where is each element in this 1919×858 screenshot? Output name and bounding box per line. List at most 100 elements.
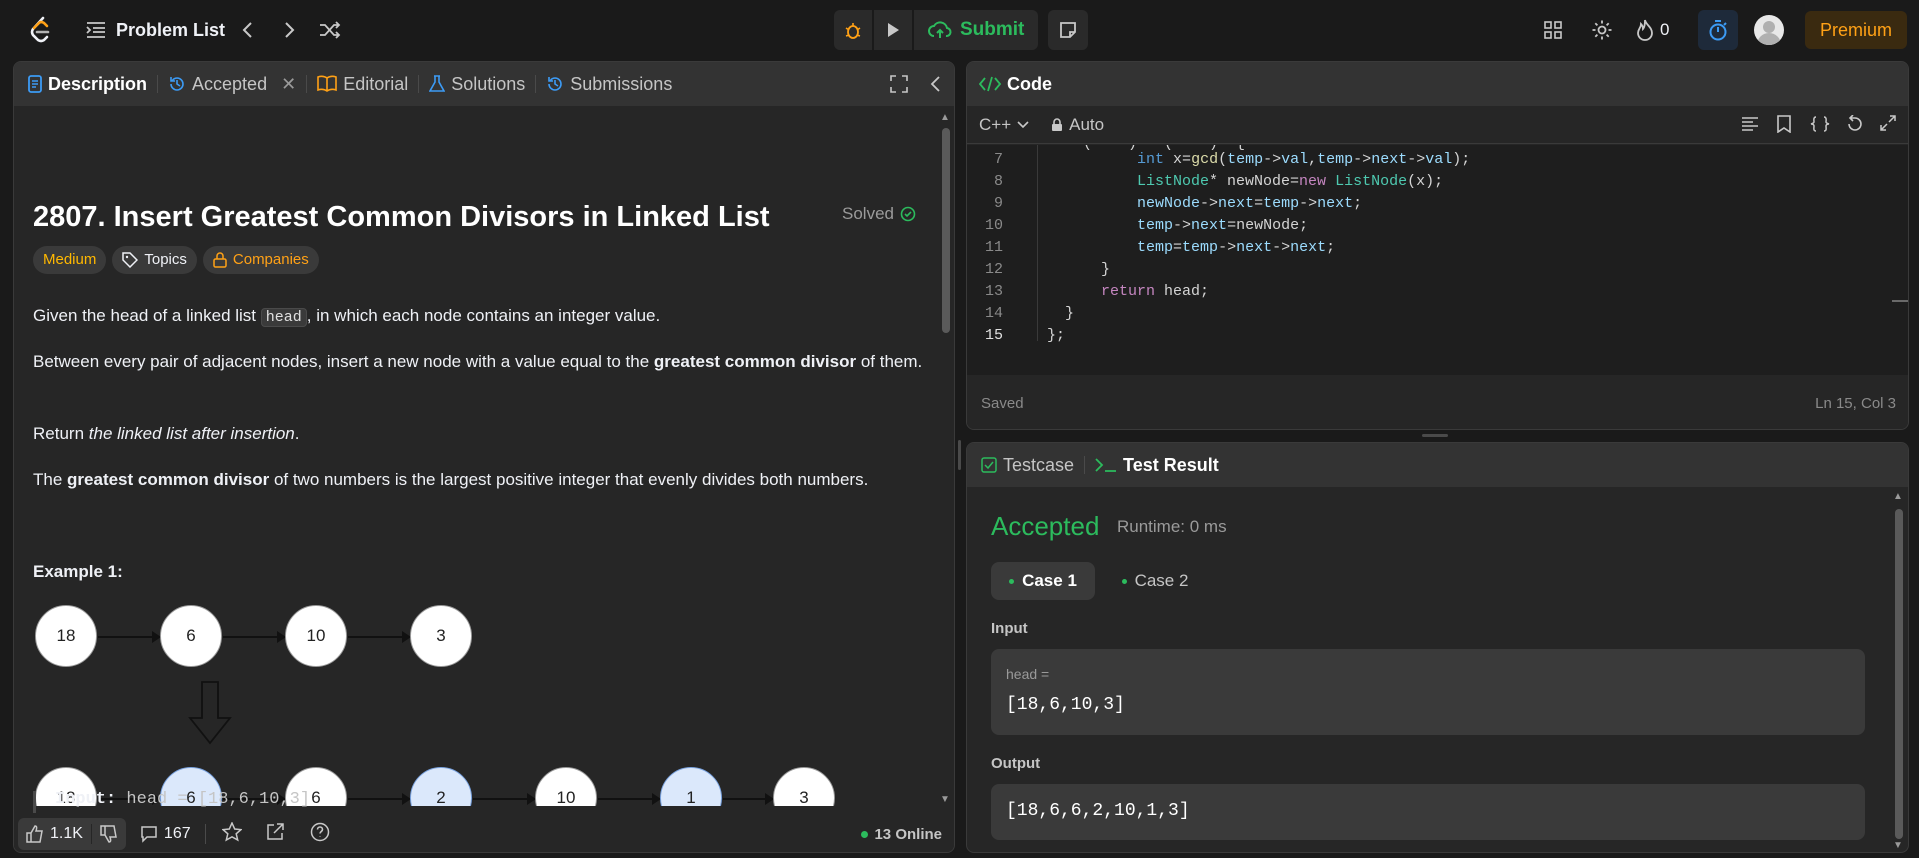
input-box: head = [18,6,10,3] [991, 649, 1865, 735]
run-button[interactable] [874, 10, 914, 50]
premium-button[interactable]: Premium [1805, 11, 1907, 49]
description-footer: 1.1K 167 13 Online [14, 814, 954, 852]
language-select[interactable]: C++ [979, 115, 1029, 135]
tab-test-result[interactable]: Test Result [1085, 443, 1229, 487]
line-number-current: 15 [984, 327, 1003, 344]
auto-mode[interactable]: Auto [1051, 115, 1104, 135]
online-dot [861, 830, 869, 838]
debug-button[interactable] [834, 10, 874, 50]
tab-editorial[interactable]: Editorial [307, 62, 418, 106]
gear-icon[interactable] [1584, 12, 1620, 48]
code-line: return head; [1101, 283, 1210, 300]
diagram-arrow [223, 631, 286, 643]
case-2-label: Case 2 [1134, 571, 1189, 590]
leetcode-logo-icon[interactable] [26, 15, 56, 45]
scroll-down-icon[interactable]: ▼ [940, 794, 950, 805]
minimap-marker [1892, 300, 1908, 302]
help-icon[interactable] [310, 822, 330, 847]
notes-button[interactable] [1048, 10, 1088, 50]
avatar[interactable] [1754, 15, 1784, 45]
diagram-node-inserted: 2 [410, 767, 472, 806]
code-line: temp->next=newNode; [1137, 217, 1309, 234]
chevron-right-icon[interactable] [271, 12, 307, 48]
runtime: Runtime: 0 ms [1117, 517, 1227, 536]
diagram-node-inserted: 1 [660, 767, 722, 806]
close-icon[interactable]: ✕ [281, 74, 296, 95]
tab-solutions-label: Solutions [451, 73, 526, 94]
case-2-tab[interactable]: Case 2 [1105, 562, 1205, 600]
document-icon [28, 75, 42, 93]
example-input-label: Input: [55, 790, 117, 809]
divider [204, 824, 206, 844]
submit-label: Submit [960, 19, 1025, 40]
code-title: Code [1007, 73, 1052, 94]
input-label: Input [991, 620, 1028, 637]
scroll-down-icon[interactable]: ▼ [1893, 840, 1903, 851]
layout-icon[interactable] [1535, 12, 1571, 48]
scroll-up-icon[interactable]: ▲ [1893, 491, 1903, 502]
output-label: Output [991, 755, 1041, 772]
problem-list-button[interactable]: Problem List [82, 12, 225, 48]
streak-counter[interactable]: 0 [1636, 12, 1669, 48]
bug-icon [845, 23, 861, 39]
line-number: 11 [984, 239, 1003, 256]
vertical-resize-handle[interactable] [958, 440, 961, 470]
online-count: 13 Online [874, 825, 942, 843]
collapse-left-icon[interactable] [930, 75, 942, 98]
dislike-button[interactable] [92, 825, 126, 843]
lock-icon [1052, 117, 1063, 131]
submit-button[interactable]: Submit [914, 10, 1038, 50]
comment-icon [141, 826, 157, 843]
note-icon [1060, 22, 1076, 38]
star-icon[interactable] [220, 820, 243, 847]
result-panel: Testcase Test Result Accepted Runtime: 0… [966, 442, 1909, 853]
reset-icon[interactable] [1846, 114, 1864, 138]
like-button[interactable]: 1.1K [18, 825, 91, 843]
line-number: 12 [984, 261, 1003, 278]
horizontal-resize-handle[interactable] [1422, 434, 1448, 437]
code-line: int x=gcd(temp->val,temp->next->val); [1137, 151, 1471, 168]
terminal-icon [1095, 458, 1117, 472]
cloud-upload-icon [928, 21, 952, 38]
history-icon [170, 77, 184, 91]
code-line: ListNode* newNode=new ListNode(x); [1137, 173, 1444, 190]
run-submit-group: Submit [834, 10, 1039, 50]
expand-icon[interactable] [1880, 115, 1896, 136]
comments-button[interactable]: 167 [140, 825, 191, 843]
diagram-arrow [473, 793, 536, 805]
tab-solutions[interactable]: Solutions [419, 62, 535, 106]
line-number: 14 [984, 305, 1003, 322]
code-panel-header: Code [967, 62, 1908, 106]
tab-code[interactable]: Code [967, 62, 1062, 106]
diagram-arrow [348, 793, 411, 805]
input-value: [18,6,10,3] [1006, 695, 1125, 715]
bookmark-icon[interactable] [1777, 115, 1791, 138]
code-editor[interactable]: ( ) ( ) { 7 int x=gcd(temp->val,temp->ne… [967, 145, 1908, 375]
description-panel: Description Accepted ✕ Editorial Solutio… [13, 61, 955, 853]
tab-testcase[interactable]: Testcase [967, 443, 1084, 487]
shuffle-icon[interactable] [312, 12, 348, 48]
diagram-arrow [598, 793, 661, 805]
scroll-up-icon[interactable]: ▲ [940, 112, 950, 123]
share-icon[interactable] [266, 822, 284, 846]
pass-dot [1121, 578, 1127, 584]
maximize-icon[interactable] [890, 75, 908, 98]
description-scrollbar[interactable] [942, 128, 950, 333]
chevron-down-icon [1017, 120, 1029, 128]
tab-description[interactable]: Description [14, 62, 157, 106]
timer-button[interactable] [1698, 10, 1738, 50]
code-line: }; [1047, 327, 1066, 344]
history-icon [548, 77, 563, 91]
case-1-tab[interactable]: Case 1 [991, 562, 1095, 600]
chevron-left-icon[interactable] [230, 12, 266, 48]
result-status: Accepted [991, 511, 1100, 541]
example-input-value: head = [18,6,10,3] [126, 790, 311, 809]
description-content: 2807. Insert Greatest Common Divisors in… [14, 106, 939, 806]
tab-submissions[interactable]: Submissions [536, 62, 682, 106]
example-diagram: 18 6 10 3 18 6 6 2 10 1 3 [14, 106, 939, 806]
format-icon[interactable] [1741, 116, 1759, 137]
result-scrollbar[interactable] [1895, 509, 1903, 839]
indent-guide [1037, 145, 1038, 341]
braces-icon[interactable] [1810, 116, 1830, 137]
tab-accepted[interactable]: Accepted ✕ [158, 62, 306, 106]
